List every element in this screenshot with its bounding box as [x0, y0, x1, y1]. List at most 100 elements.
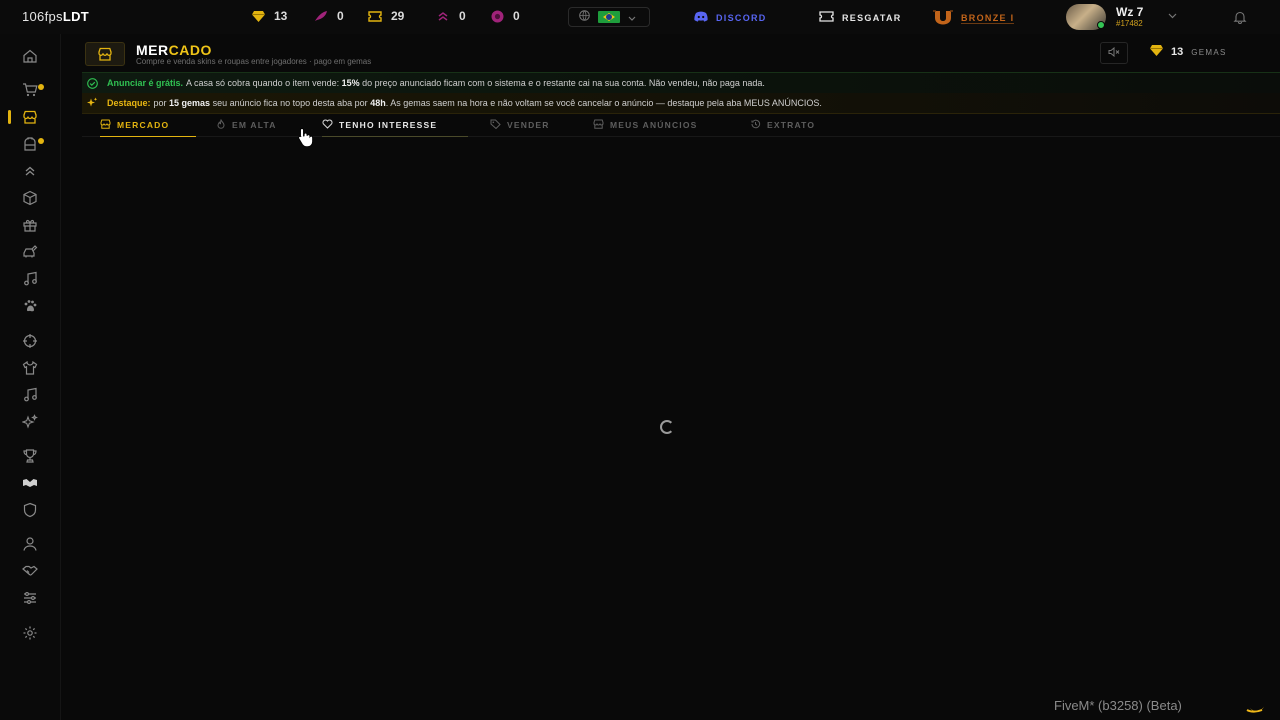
ticket-stat: 29 — [368, 9, 404, 23]
loading-spinner-icon — [660, 420, 674, 434]
sidebar-item-settings-sliders[interactable] — [20, 588, 40, 608]
coin-icon — [490, 9, 504, 23]
hand-cursor-icon — [297, 127, 315, 152]
globe-icon — [579, 8, 590, 26]
gems-balance: 13 GEMAS — [1140, 42, 1252, 62]
top-bar: 106fpsLDT 13 0 29 0 0 DISCORD RESGATAR B… — [0, 0, 1280, 34]
market-tabs: MERCADO EM ALTA TENHO INTERESSE VENDER M… — [82, 114, 1280, 137]
speaker-muted-icon — [1108, 44, 1120, 62]
sidebar-item-market[interactable] — [20, 107, 40, 127]
store-icon — [100, 119, 111, 131]
language-selector[interactable] — [568, 7, 650, 27]
sidebar-item-inventory[interactable] — [20, 134, 40, 154]
music-icon — [24, 271, 37, 286]
tab-meus-anuncios[interactable]: MEUS ANÚNCIOS — [593, 114, 698, 136]
sidebar-item-partners[interactable] — [20, 561, 40, 581]
sidebar-item-clothes[interactable] — [20, 358, 40, 378]
sidebar-item-profile[interactable] — [20, 534, 40, 554]
list-icon — [593, 119, 604, 131]
sidebar-item-music[interactable] — [20, 269, 40, 289]
highlight-price: 15 gemas — [169, 98, 211, 108]
highlight-duration: 48h — [370, 98, 386, 108]
tab-tenho-interesse[interactable]: TENHO INTERESSE — [322, 114, 468, 137]
user-info: Wz 7 #17482 — [1116, 5, 1144, 29]
page-title-part1: MER — [136, 42, 169, 58]
chevron-down-icon[interactable] — [1168, 11, 1177, 21]
tab-label: TENHO INTERESSE — [339, 120, 438, 130]
user-name: Wz 7 — [1116, 5, 1144, 19]
sidebar-item-gifts[interactable] — [20, 215, 40, 235]
sidebar-item-cars[interactable] — [20, 242, 40, 262]
free-listing-text-2: do preço anunciado ficam com o sistema e… — [359, 78, 765, 88]
sidebar-item-settings[interactable] — [20, 623, 40, 643]
avatar — [1066, 4, 1106, 30]
user-profile[interactable]: Wz 7 #17482 — [1066, 4, 1143, 30]
sidebar-item-home[interactable] — [20, 46, 40, 66]
gem-icon — [1150, 43, 1163, 61]
tab-mercado[interactable]: MERCADO — [100, 114, 196, 137]
brazil-flag-icon — [598, 11, 620, 23]
sliders-icon — [24, 592, 36, 604]
resgatar-label: RESGATAR — [842, 12, 902, 23]
sidebar-item-trophies[interactable] — [20, 446, 40, 466]
free-listing-text: Anunciar é grátis. A casa só cobra quando… — [107, 78, 765, 88]
sidebar-item-security[interactable] — [20, 500, 40, 520]
notification-dot — [38, 138, 44, 144]
mute-button[interactable] — [1100, 42, 1128, 64]
handshake-icon — [22, 565, 38, 576]
tab-extrato[interactable]: EXTRATO — [750, 114, 815, 136]
tab-label: VENDER — [507, 120, 550, 130]
gems-balance-value: 13 — [1171, 46, 1184, 58]
sidebar-item-clan[interactable] — [20, 473, 40, 493]
fps-brand: LDT — [62, 9, 90, 24]
crosshair-icon — [23, 334, 37, 348]
heart-icon — [322, 119, 333, 131]
chevron-down-icon — [628, 8, 636, 26]
notification-dot — [38, 84, 44, 90]
gear-icon — [23, 626, 37, 640]
discord-label: DISCORD — [716, 12, 767, 23]
highlight-text: Destaque: por 15 gemas seu anúncio fica n… — [107, 98, 822, 108]
gems-stat-value: 13 — [274, 9, 288, 23]
sidebar-item-sounds[interactable] — [20, 385, 40, 405]
sidebar-item-pets[interactable] — [20, 296, 40, 316]
rank-badge[interactable]: BRONZE I — [933, 10, 1015, 27]
gems-stat: 13 — [251, 9, 287, 23]
car-key-icon — [23, 245, 38, 258]
rank-chevrons-icon — [436, 9, 450, 23]
ticket-icon — [368, 9, 382, 23]
tag-icon — [490, 119, 501, 131]
history-icon — [750, 119, 761, 131]
resgatar-button[interactable]: RESGATAR — [819, 11, 902, 24]
bell-icon[interactable] — [1233, 10, 1247, 29]
highlight-text-1: por — [153, 98, 170, 108]
tab-em-alta[interactable]: EM ALTA — [216, 114, 277, 136]
store-icon — [85, 42, 125, 66]
gift-icon — [23, 219, 37, 232]
tab-label: MERCADO — [117, 120, 170, 130]
sidebar-item-effects[interactable] — [20, 412, 40, 432]
sidebar-item-cart[interactable] — [20, 80, 40, 100]
moon-icon — [1244, 697, 1266, 718]
sidebar-item-target[interactable] — [20, 331, 40, 351]
tab-label: EM ALTA — [232, 120, 277, 130]
sparkles-icon — [22, 414, 38, 429]
tab-underline — [322, 136, 468, 137]
tab-vender[interactable]: VENDER — [490, 114, 550, 136]
discord-link[interactable]: DISCORD — [694, 11, 767, 24]
box-icon — [23, 190, 37, 206]
clan-logo-icon — [23, 479, 37, 487]
free-listing-text-1: A casa só cobra quando o item vende: — [186, 78, 342, 88]
page-title-part2: CADO — [168, 42, 212, 58]
sidebar-item-boxes[interactable] — [20, 188, 40, 208]
ticket-icon — [819, 11, 834, 24]
chevrons-up-icon — [25, 166, 35, 176]
sidebar-item-rank[interactable] — [20, 161, 40, 181]
page-title: MERCADO — [136, 42, 212, 58]
sidebar — [0, 34, 61, 720]
bronze-rank-icon — [933, 10, 953, 27]
feather-stat: 0 — [314, 9, 344, 23]
store-icon — [23, 110, 37, 124]
highlight-label: Destaque: — [107, 98, 151, 108]
highlight-notice: Destaque: por 15 gemas seu anúncio fica n… — [82, 93, 1280, 114]
